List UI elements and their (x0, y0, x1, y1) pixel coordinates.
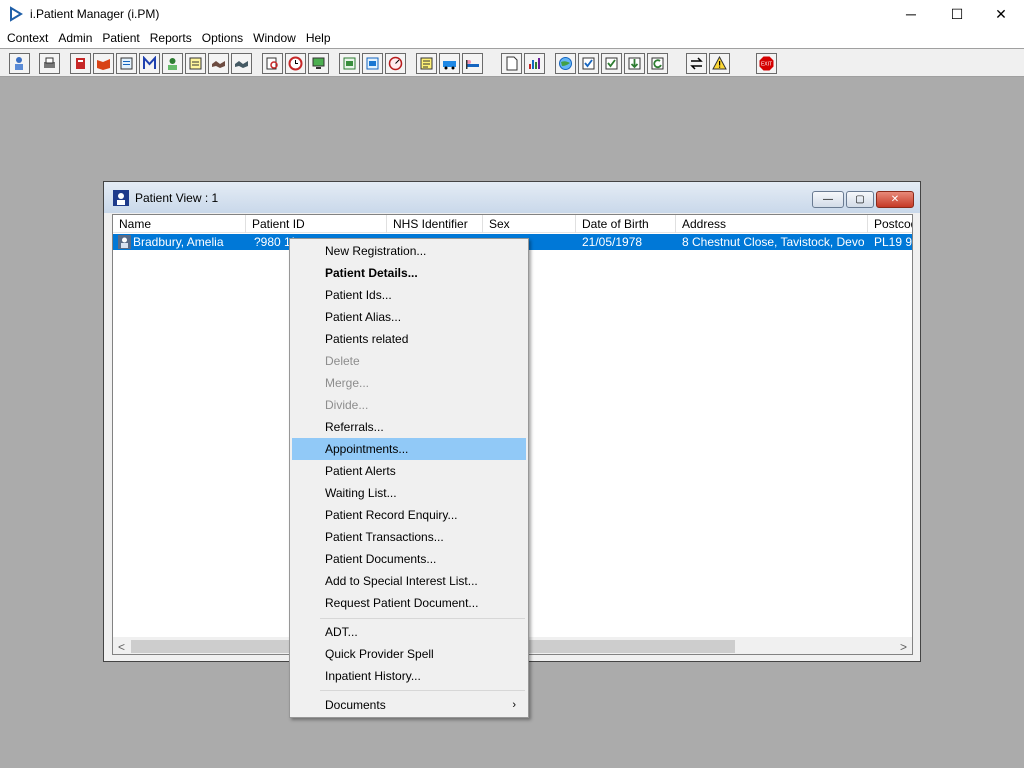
menu-item-add-special-interest-list[interactable]: Add to Special Interest List... (292, 570, 526, 592)
column-header-name[interactable]: Name (113, 215, 246, 233)
menu-help[interactable]: Help (301, 31, 336, 45)
row-date-of-birth: 21/05/1978 (582, 235, 643, 249)
menu-item-quick-provider-spell[interactable]: Quick Provider Spell (292, 643, 526, 665)
app-logo-icon (10, 6, 23, 22)
menu-item-patient-record-enquiry[interactable]: Patient Record Enquiry... (292, 504, 526, 526)
clock-icon[interactable] (285, 53, 306, 74)
column-header-date-of-birth[interactable]: Date of Birth (576, 215, 676, 233)
menu-separator (320, 690, 525, 691)
exit-label: EXIT (761, 62, 772, 68)
maximize-button[interactable]: ☐ (934, 0, 980, 28)
column-header-sex[interactable]: Sex (483, 215, 576, 233)
menu-separator (320, 618, 525, 619)
menu-item-new-registration[interactable]: New Registration... (292, 240, 526, 262)
menu-patient[interactable]: Patient (97, 31, 144, 45)
warning-icon[interactable] (709, 53, 730, 74)
globe-icon[interactable] (555, 53, 576, 74)
note-icon[interactable] (416, 53, 437, 74)
menu-reports[interactable]: Reports (145, 31, 197, 45)
blank-page-icon[interactable] (501, 53, 522, 74)
print-icon[interactable] (39, 53, 60, 74)
check-list-icon[interactable] (578, 53, 599, 74)
menu-item-inpatient-history[interactable]: Inpatient History... (292, 665, 526, 687)
menu-item-documents[interactable]: Documents › (292, 694, 526, 716)
registration-form-icon[interactable] (116, 53, 137, 74)
close-button[interactable]: ✕ (978, 0, 1024, 28)
patient-context-menu: New Registration... Patient Details... P… (289, 238, 529, 718)
refresh-list-icon[interactable] (647, 53, 668, 74)
ambulance-icon[interactable] (439, 53, 460, 74)
menu-item-patients-related[interactable]: Patients related (292, 328, 526, 350)
menu-item-appointments[interactable]: Appointments... (292, 438, 526, 460)
report-icon[interactable] (339, 53, 360, 74)
menu-item-patient-documents[interactable]: Patient Documents... (292, 548, 526, 570)
column-header-postcode[interactable]: Postcod (868, 215, 912, 233)
patient-view-maximize-button[interactable]: ▢ (846, 191, 874, 208)
scroll-left-arrow[interactable]: < (113, 638, 130, 654)
patient-view-title: Patient View : 1 (135, 190, 219, 205)
menu-item-merge: Merge... (325, 376, 370, 390)
report-alt-icon[interactable] (362, 53, 383, 74)
menu-item-delete: Delete (325, 354, 360, 368)
column-header-nhs-identifier[interactable]: NHS Identifier (387, 215, 483, 233)
patient-search-icon[interactable] (9, 53, 30, 74)
monitor-icon[interactable] (308, 53, 329, 74)
menu-item-request-patient-document[interactable]: Request Patient Document... (292, 592, 526, 614)
row-patient-id: ?980 11 (254, 235, 294, 249)
exit-icon[interactable]: EXIT (756, 53, 777, 74)
menu-item-patient-alias[interactable]: Patient Alias... (292, 306, 526, 328)
menu-item-patient-transactions[interactable]: Patient Transactions... (292, 526, 526, 548)
menu-item-waiting-list[interactable]: Waiting List... (292, 482, 526, 504)
menu-item-patient-ids[interactable]: Patient Ids... (292, 284, 526, 306)
book-icon[interactable] (70, 53, 91, 74)
open-book-icon[interactable] (93, 53, 114, 74)
menu-context[interactable]: Context (2, 31, 53, 45)
column-header-row: Name Patient ID NHS Identifier Sex Date … (113, 215, 912, 233)
app-title-bar: i.Patient Manager (i.PM) ─ ☐ ✕ (0, 0, 1024, 28)
row-name: Bradbury, Amelia (133, 235, 224, 249)
gauge-icon[interactable] (385, 53, 406, 74)
menu-item-adt[interactable]: ADT... (292, 621, 526, 643)
transfer-icon[interactable] (686, 53, 707, 74)
handshake-icon[interactable] (208, 53, 229, 74)
patient-view-title-bar[interactable]: Patient View : 1 — ▢ ✕ (104, 182, 920, 213)
scroll-right-arrow[interactable]: > (895, 638, 912, 654)
minimize-button[interactable]: ─ (888, 0, 934, 28)
column-header-patient-id[interactable]: Patient ID (246, 215, 387, 233)
menu-window[interactable]: Window (248, 31, 301, 45)
patient-view-close-button[interactable]: ✕ (876, 191, 914, 208)
m-letter-icon[interactable] (139, 53, 160, 74)
download-list-icon[interactable] (624, 53, 645, 74)
search-document-icon[interactable] (262, 53, 283, 74)
app-title: i.Patient Manager (i.PM) (30, 7, 160, 21)
submenu-arrow-icon: › (512, 699, 516, 711)
handshake-alt-icon[interactable] (231, 53, 252, 74)
menu-item-divide: Divide... (325, 398, 369, 412)
bar-chart-icon[interactable] (524, 53, 545, 74)
row-postcode: PL19 9... (874, 235, 913, 249)
bed-icon[interactable] (462, 53, 483, 74)
check-list-alt-icon[interactable] (601, 53, 622, 74)
patient-view-minimize-button[interactable]: — (812, 191, 844, 208)
patient-view-icon (113, 189, 129, 206)
menu-item-referrals[interactable]: Referrals... (292, 416, 526, 438)
toolbar: EXIT (0, 48, 1024, 77)
menu-item-documents-label: Documents (325, 698, 386, 712)
menu-item-patient-alerts[interactable]: Patient Alerts (292, 460, 526, 482)
menu-options[interactable]: Options (197, 31, 248, 45)
column-header-address[interactable]: Address (676, 215, 868, 233)
menu-admin[interactable]: Admin (53, 31, 97, 45)
patient-row-icon (118, 235, 131, 249)
menu-item-patient-details[interactable]: Patient Details... (292, 262, 526, 284)
notepad-icon[interactable] (185, 53, 206, 74)
menu-bar: Context Admin Patient Reports Options Wi… (0, 28, 1024, 48)
row-address: 8 Chestnut Close, Tavistock, Devon... (682, 235, 864, 249)
person-card-icon[interactable] (162, 53, 183, 74)
